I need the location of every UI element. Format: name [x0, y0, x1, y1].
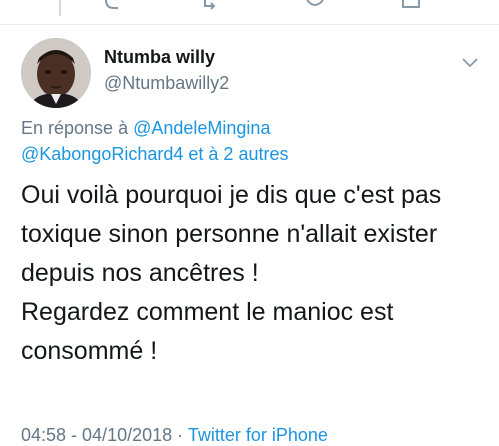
tweet-divider	[0, 24, 499, 25]
tweet-text-line: toxique sinon personne n'allait exister	[21, 220, 438, 248]
tweet-text-line: depuis nos ancêtres !	[21, 259, 259, 287]
tweet-text-line: Regardez comment le manioc est	[21, 298, 394, 326]
tweet-meta: 04:58 - 04/10/2018 · Twitter for iPhone	[21, 425, 328, 446]
tweet-text-line: consommé !	[21, 337, 158, 365]
thread-connector-line	[59, 0, 61, 16]
meta-separator: ·	[177, 425, 188, 445]
avatar-photo-icon	[21, 38, 91, 108]
share-icon[interactable]	[400, 0, 422, 10]
reply-mention-link[interactable]: @KabongoRichard4	[21, 144, 183, 164]
chevron-down-icon[interactable]	[462, 58, 478, 68]
retweet-icon[interactable]	[202, 0, 224, 10]
author-handle[interactable]: @Ntumbawilly2	[104, 73, 229, 94]
reply-context-line-1: En réponse à @AndeleMingina	[21, 118, 270, 139]
tweet-text: Oui voilà pourquoi je dis que c'est pas …	[21, 176, 486, 371]
reply-mention-link[interactable]: @AndeleMingina	[133, 118, 270, 138]
reply-prefix: En réponse à	[21, 118, 129, 138]
tweet-source[interactable]: Twitter for iPhone	[188, 425, 328, 445]
avatar[interactable]	[21, 38, 91, 108]
reply-icon[interactable]	[103, 0, 125, 10]
reply-context-line-2: @KabongoRichard4 et à 2 autres	[21, 144, 288, 165]
tweet-text-line: Oui voilà pourquoi je dis que c'est pas	[21, 181, 442, 209]
like-icon[interactable]	[304, 0, 326, 10]
author-name[interactable]: Ntumba willy	[104, 47, 215, 68]
tweet-timestamp[interactable]: 04:58 - 04/10/2018	[21, 425, 172, 445]
reply-others-link[interactable]: et à 2 autres	[188, 144, 288, 164]
